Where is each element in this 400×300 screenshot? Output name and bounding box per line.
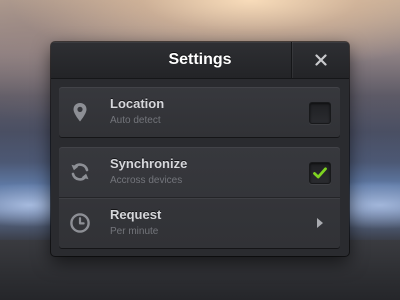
- sync-icon: [71, 163, 89, 181]
- setting-title-location: Location: [110, 96, 165, 111]
- setting-subtitle-synchronize: Accross devices: [110, 175, 183, 186]
- settings-card-location: Location Auto detect: [59, 87, 340, 137]
- settings-card-group: Synchronize Accross devices Request Per …: [59, 147, 340, 248]
- header-divider: [291, 42, 292, 78]
- clock-icon: [70, 213, 90, 233]
- location-pin-icon: [73, 103, 87, 122]
- checkmark-icon: [313, 167, 327, 179]
- setting-subtitle-location: Auto detect: [110, 115, 161, 126]
- setting-title-request: Request: [110, 207, 162, 222]
- chevron-right-icon[interactable]: [315, 216, 325, 230]
- synchronize-checkbox[interactable]: [309, 162, 331, 184]
- dialog-header: Settings: [51, 42, 349, 79]
- close-button[interactable]: [293, 42, 349, 78]
- close-icon: [315, 54, 327, 66]
- setting-subtitle-request: Per minute: [110, 226, 159, 237]
- setting-title-synchronize: Synchronize: [110, 156, 188, 171]
- setting-row-location[interactable]: Location Auto detect: [59, 87, 340, 137]
- settings-dialog: Settings Location Auto detect Synchroniz…: [51, 42, 349, 256]
- setting-row-request[interactable]: Request Per minute: [59, 198, 340, 248]
- setting-row-synchronize[interactable]: Synchronize Accross devices: [59, 147, 340, 197]
- location-checkbox[interactable]: [309, 102, 331, 124]
